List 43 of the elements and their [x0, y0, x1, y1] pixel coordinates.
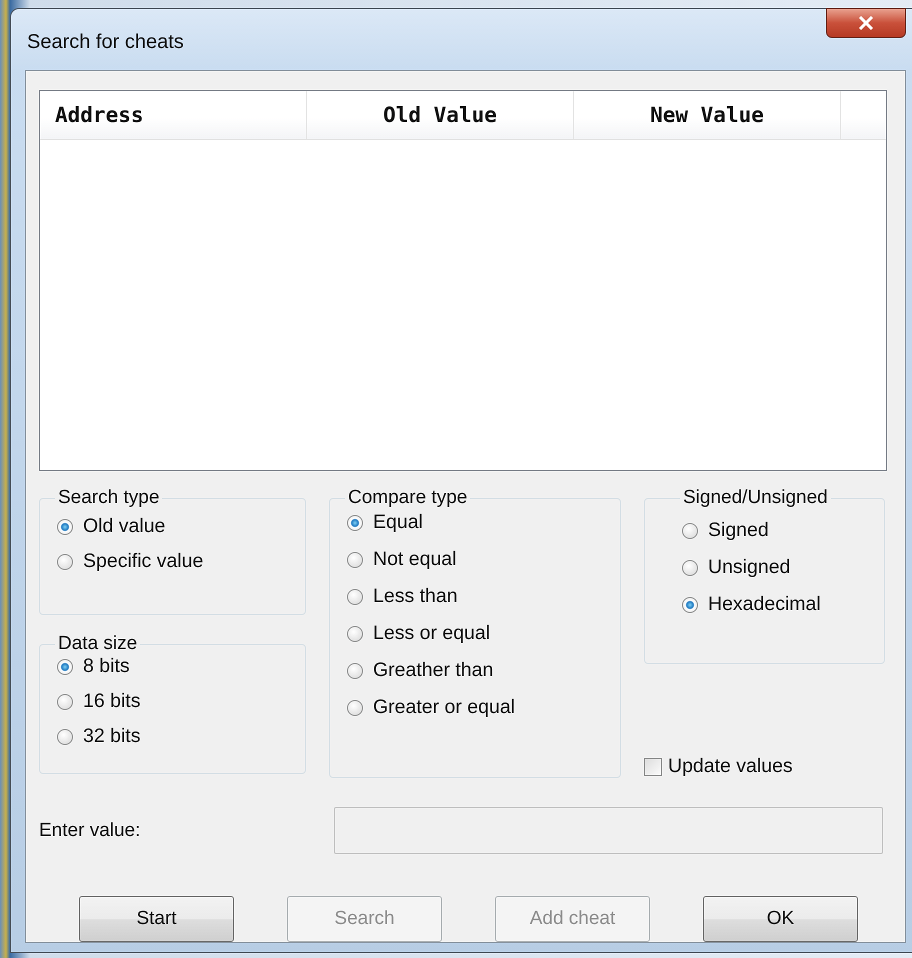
radio-label[interactable]: 8 bits: [83, 655, 130, 678]
radio-label[interactable]: 16 bits: [83, 690, 140, 713]
radio-button[interactable]: [682, 560, 698, 576]
radio-button[interactable]: [57, 728, 73, 744]
dialog-button[interactable]: Start: [79, 896, 234, 942]
radio-button[interactable]: [347, 700, 363, 716]
field-label: Enter value:: [39, 820, 142, 842]
radio-button[interactable]: [347, 626, 363, 642]
group-label: Compare type: [347, 487, 468, 509]
column-header[interactable]: Address: [40, 91, 307, 139]
radio-label[interactable]: Less or equal: [373, 622, 490, 645]
radio-button[interactable]: [682, 596, 698, 612]
radio-label[interactable]: Hexadecimal: [708, 593, 821, 616]
radio-label[interactable]: Signed: [708, 519, 769, 542]
radio-label[interactable]: Old value: [83, 515, 166, 538]
checkbox-label[interactable]: Update values: [668, 755, 793, 778]
column-header[interactable]: New Value: [574, 91, 841, 139]
group-label: Search type: [57, 487, 160, 509]
group-label: Signed/Unsigned: [682, 487, 829, 509]
radio-button[interactable]: [57, 694, 73, 710]
radio-button[interactable]: [347, 552, 363, 568]
window-title: Search for cheats: [26, 31, 184, 54]
dialog-button[interactable]: OK: [703, 896, 858, 942]
close-icon: [858, 16, 874, 30]
radio-button[interactable]: [57, 554, 73, 570]
radio-button[interactable]: [57, 658, 73, 674]
radio-label[interactable]: Not equal: [373, 548, 456, 571]
radio-label[interactable]: Greater or equal: [373, 696, 515, 719]
radio-button[interactable]: [347, 588, 363, 604]
radio-label[interactable]: Less than: [373, 585, 458, 608]
column-header[interactable]: Old Value: [307, 91, 574, 139]
group-label: Data size: [57, 633, 138, 655]
radio-button[interactable]: [682, 522, 698, 538]
close-button[interactable]: [826, 8, 906, 38]
radio-button[interactable]: [347, 514, 363, 530]
radio-label[interactable]: 32 bits: [83, 725, 140, 748]
radio-label[interactable]: Greather than: [373, 659, 494, 682]
radio-label[interactable]: Unsigned: [708, 556, 790, 579]
radio-button[interactable]: [347, 662, 363, 678]
radio-label[interactable]: Specific value: [83, 550, 204, 573]
radio-label[interactable]: Equal: [373, 511, 423, 534]
radio-button[interactable]: [57, 518, 73, 534]
checkbox[interactable]: [644, 758, 662, 776]
